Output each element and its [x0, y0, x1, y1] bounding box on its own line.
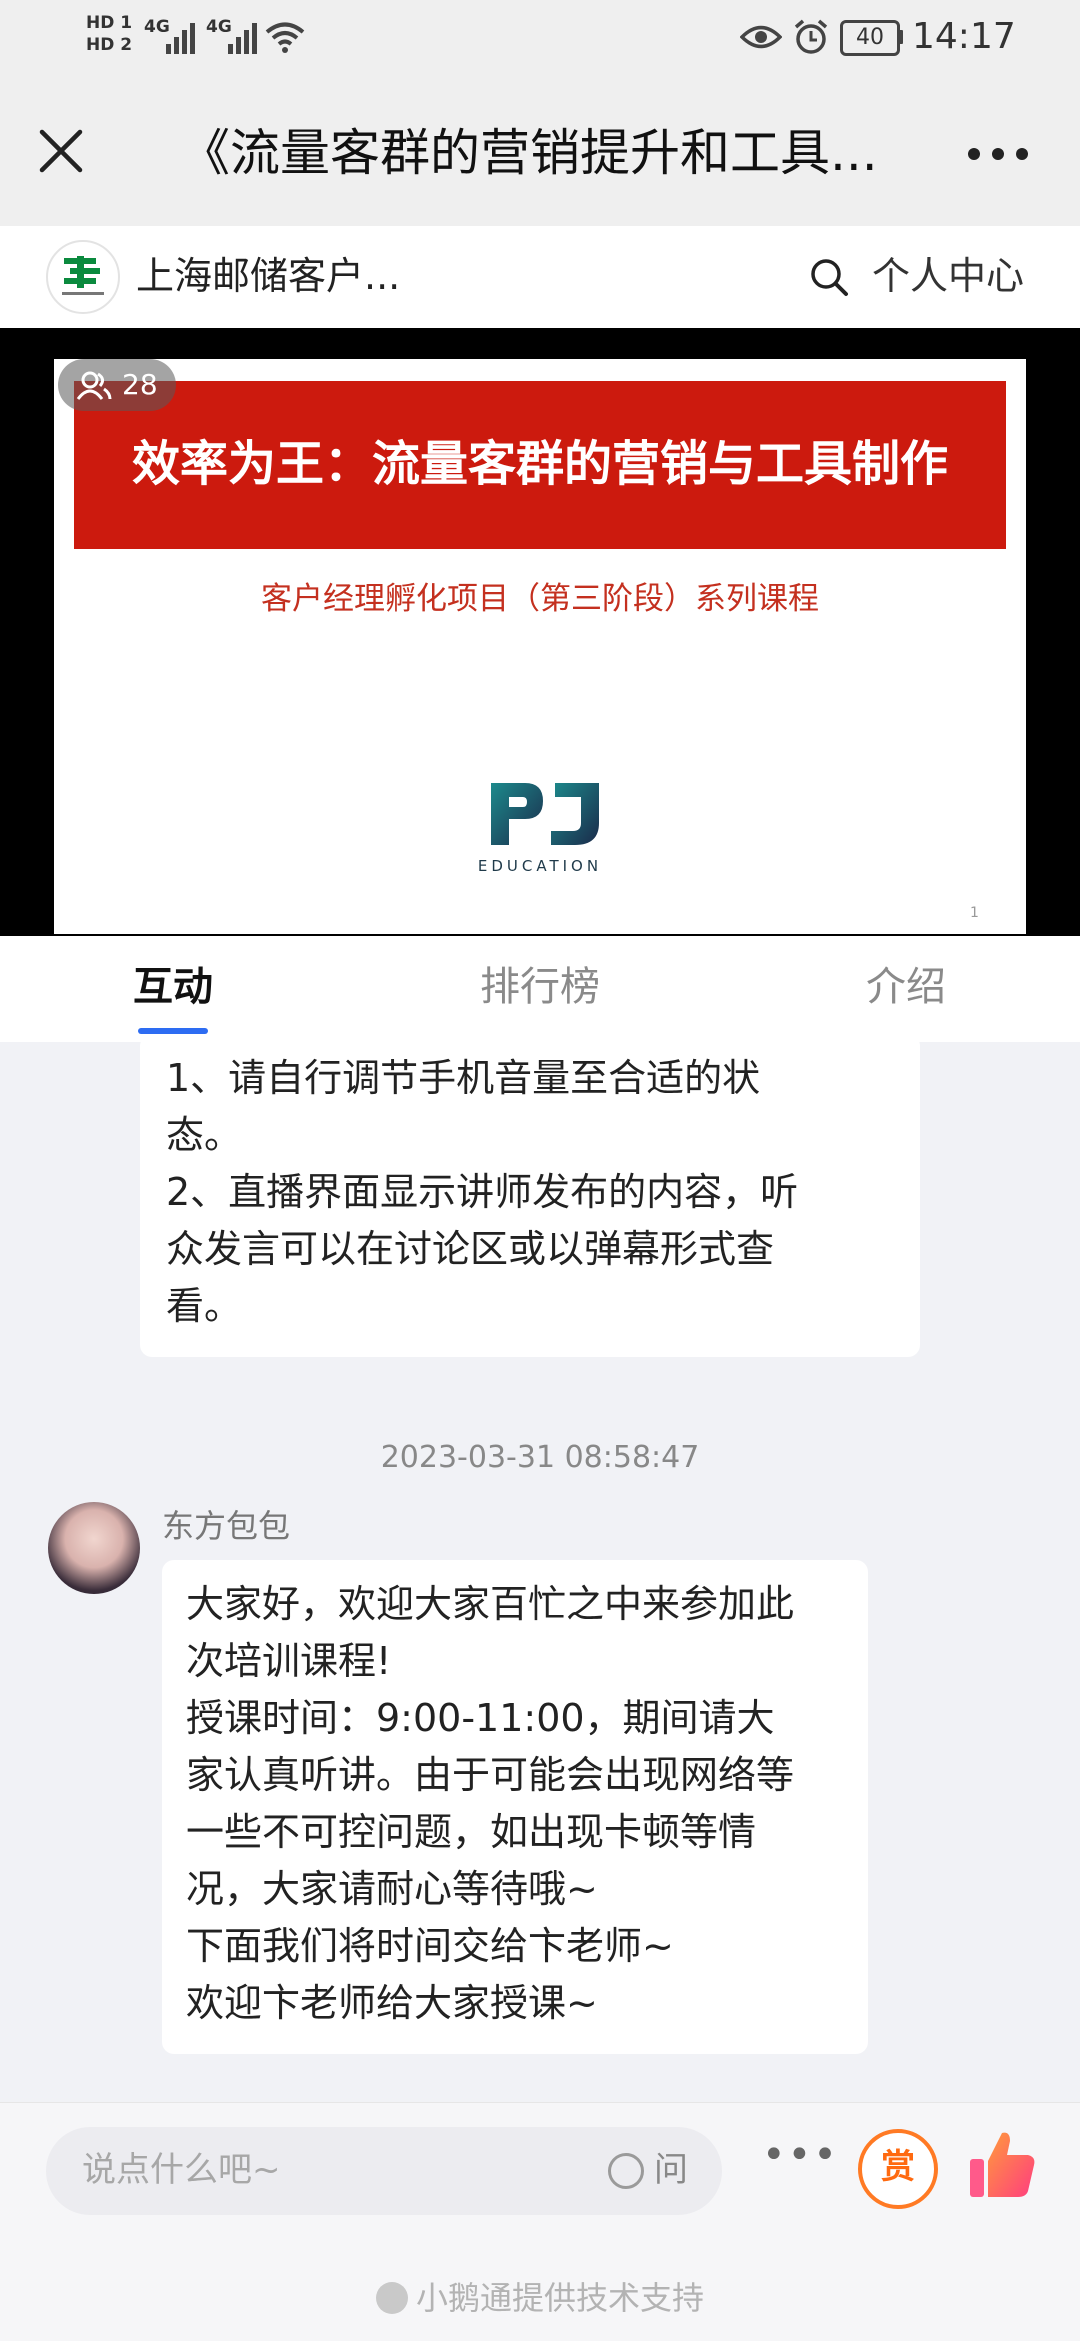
- battery-tip: [898, 30, 903, 44]
- logo-caption: EDUCATION: [477, 857, 603, 875]
- comment-input[interactable]: 说点什么吧~ 问: [46, 2127, 722, 2215]
- postal-logo-icon: [62, 256, 104, 295]
- more-actions-button[interactable]: •••: [762, 2135, 839, 2175]
- chat-message: 大家好，欢迎大家百忙之中来参加此 次培训课程! 授课时间：9:00-11:00，…: [162, 1560, 868, 2054]
- message-line: 欢迎卞老师给大家授课~: [186, 1981, 598, 2025]
- tab-leaderboard[interactable]: 排行榜: [480, 960, 600, 1014]
- message-line: 况，大家请耐心等待哦~: [186, 1867, 598, 1911]
- battery-icon: 40: [840, 20, 900, 56]
- message-line: 授课时间：9:00-11:00，期间请大: [186, 1696, 775, 1740]
- author-avatar[interactable]: [48, 1502, 140, 1594]
- slide-title-band: 效率为王：流量客群的营销与工具制作: [74, 381, 1006, 549]
- notice-line: 态。: [166, 1113, 243, 1157]
- comment-placeholder: 说点什么吧~: [82, 2150, 281, 2190]
- viewer-count-badge: 28: [58, 359, 176, 411]
- notice-line: 2、直播界面显示讲师发布的内容，听: [166, 1170, 799, 1214]
- viewer-count: 28: [122, 368, 158, 401]
- people-icon: [76, 371, 112, 400]
- ask-toggle-radio[interactable]: [608, 2153, 644, 2189]
- message-line: 下面我们将时间交给卞老师~: [186, 1924, 674, 1968]
- notice-line: 众发言可以在讨论区或以弹幕形式查: [166, 1227, 775, 1271]
- signal-1-icon: [166, 23, 195, 54]
- message-line: 大家好，欢迎大家百忙之中来参加此: [186, 1582, 795, 1626]
- org-logo[interactable]: [46, 240, 120, 314]
- thumbs-up-icon[interactable]: [962, 2125, 1042, 2205]
- notice-line: 看。: [166, 1284, 243, 1328]
- author-name: 东方包包: [162, 1507, 291, 1545]
- tab-interaction[interactable]: 互动: [133, 960, 213, 1014]
- powered-by-footer: 小鹅通提供技术支持: [0, 2273, 1080, 2319]
- close-icon[interactable]: [36, 126, 86, 176]
- xiaoetong-logo-icon: [375, 2282, 408, 2314]
- ask-label[interactable]: 问: [654, 2147, 688, 2193]
- message-line: 一些不可控问题，如出现卡顿等情: [186, 1810, 757, 1854]
- sim2-indicator: HD 2: [86, 35, 133, 55]
- search-icon[interactable]: [808, 256, 850, 298]
- notice-line: 1、请自行调节手机音量至合适的状: [166, 1056, 761, 1100]
- alarm-icon: [794, 19, 828, 54]
- powered-by-text: 小鹅通提供技术支持: [415, 2279, 704, 2317]
- status-bar: HD 1 HD 2 4G 4G 40 14:17: [0, 0, 1080, 78]
- bottom-bar: 说点什么吧~ 问 ••• 赏 小鹅通提供技术支持: [0, 2102, 1080, 2341]
- org-name[interactable]: 上海邮储客户...: [136, 250, 436, 302]
- presentation-slide: 效率为王：流量客群的营销与工具制作 客户经理孵化项目（第三阶段）系列课程 EDU…: [54, 359, 1026, 934]
- reward-label: 赏: [881, 2147, 915, 2187]
- slide-page-number: 1: [970, 905, 979, 921]
- message-line: 家认真听讲。由于可能会出现网络等: [186, 1753, 795, 1797]
- eye-icon: [740, 25, 782, 49]
- message-timestamp: 2023-03-31 08:58:47: [380, 1440, 700, 1475]
- slide-subtitle: 客户经理孵化项目（第三阶段）系列课程: [261, 581, 819, 617]
- clock: 14:17: [912, 16, 1016, 57]
- personal-center-link[interactable]: 个人中心: [872, 250, 1024, 302]
- notice-message: 1、请自行调节手机音量至合适的状 态。 2、直播界面显示讲师发布的内容，听 众发…: [140, 1042, 920, 1357]
- message-line: 次培训课程!: [186, 1639, 392, 1683]
- chat-area[interactable]: 1、请自行调节手机音量至合适的状 态。 2、直播界面显示讲师发布的内容，听 众发…: [0, 1042, 1080, 2102]
- sim1-indicator: HD 1: [86, 13, 133, 33]
- reward-button[interactable]: 赏: [858, 2129, 938, 2209]
- live-video-player[interactable]: 效率为王：流量客群的营销与工具制作 客户经理孵化项目（第三阶段）系列课程 EDU…: [0, 328, 1080, 936]
- channel-header: 上海邮储客户... 个人中心: [0, 226, 1080, 328]
- title-bar: 《流量客群的营销提升和工具...: [0, 78, 1080, 226]
- tab-introduction[interactable]: 介绍: [866, 960, 946, 1014]
- wifi-icon: [265, 22, 305, 53]
- pj-education-logo: [491, 783, 599, 845]
- slide-title: 效率为王：流量客群的营销与工具制作: [131, 436, 948, 492]
- tab-bar: 互动 排行榜 介绍: [0, 936, 1080, 1043]
- active-tab-indicator: [138, 1028, 208, 1034]
- battery-level: 40: [856, 25, 884, 50]
- page-title: 《流量客群的营销提升和工具...: [180, 124, 878, 182]
- signal-2-icon: [228, 23, 257, 54]
- more-options-icon[interactable]: [966, 144, 1030, 164]
